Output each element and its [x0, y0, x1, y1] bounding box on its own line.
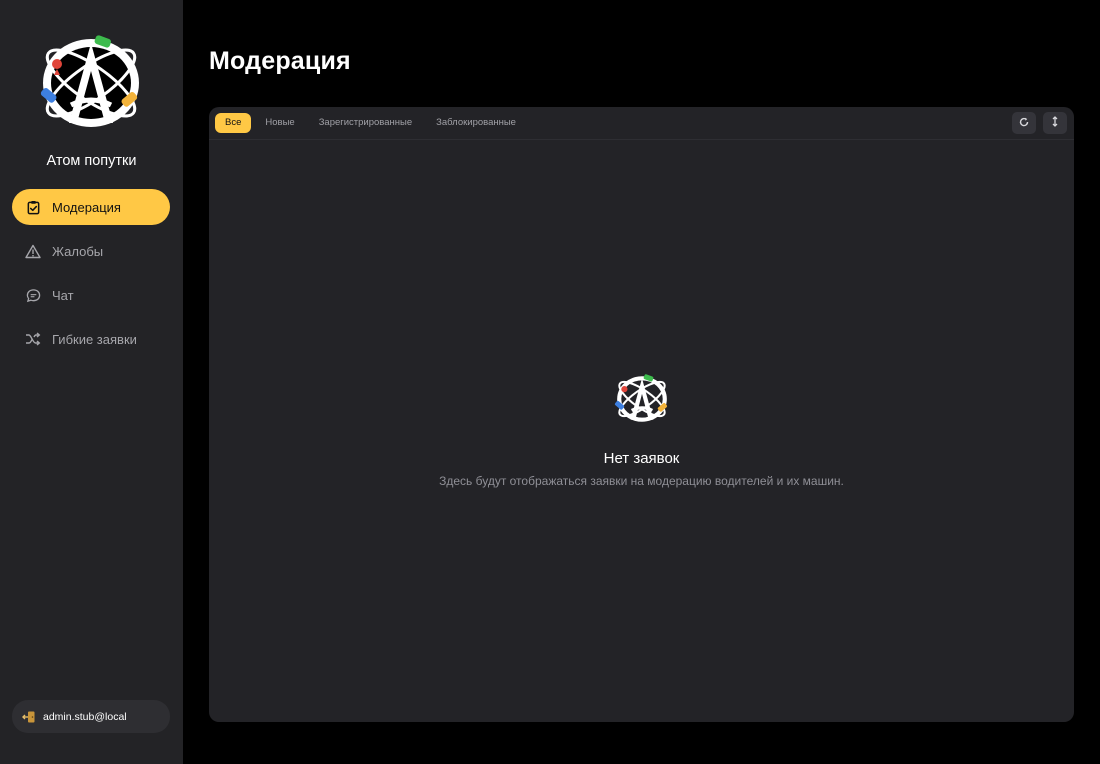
tab-blocked[interactable]: Заблокированные [426, 113, 526, 133]
sort-button[interactable] [1043, 112, 1067, 134]
chat-bubble-icon [25, 287, 41, 303]
sidebar-item-label: Модерация [52, 199, 121, 215]
empty-state-logo [613, 372, 671, 426]
tab-all[interactable]: Все [215, 113, 252, 133]
tab-new[interactable]: Новые [255, 113, 304, 133]
brand-name: Атом попутки [46, 153, 137, 169]
clipboard-check-icon [25, 199, 41, 215]
atom-logo [35, 31, 147, 135]
logout-icon [22, 710, 36, 724]
sidebar-item-label: Жалобы [52, 243, 104, 259]
sidebar-item-moderation[interactable]: Модерация [12, 189, 170, 225]
sidebar: Атом попутки Модерация Жалобы Чат Гибкие… [0, 0, 183, 764]
filter-tabs: Все Новые Зарегистрированные Заблокирова… [215, 113, 530, 133]
app-root: Атом попутки Модерация Жалобы Чат Гибкие… [0, 0, 1100, 764]
empty-state: Нет заявок Здесь будут отображаться заяв… [209, 372, 1074, 488]
sidebar-item-label: Чат [52, 287, 74, 303]
sidebar-nav: Модерация Жалобы Чат Гибкие заявки [12, 189, 170, 365]
empty-state-description: Здесь будут отображаться заявки на модер… [439, 474, 844, 488]
refresh-icon [1019, 114, 1029, 132]
empty-state-title: Нет заявок [603, 450, 680, 467]
page-title: Модерация [209, 47, 351, 75]
user-email: admin.stub@local [43, 710, 127, 723]
sidebar-item-complaints[interactable]: Жалобы [12, 233, 170, 269]
panel-toolbar: Все Новые Зарегистрированные Заблокирова… [209, 107, 1074, 140]
sort-icon [1051, 114, 1059, 132]
sidebar-item-label: Гибкие заявки [52, 331, 137, 347]
warning-triangle-icon [25, 243, 41, 259]
user-account-chip[interactable]: admin.stub@local [12, 700, 170, 733]
refresh-button[interactable] [1012, 112, 1036, 134]
sidebar-item-flexible-requests[interactable]: Гибкие заявки [12, 321, 170, 357]
moderation-panel: Все Новые Зарегистрированные Заблокирова… [209, 107, 1074, 722]
tab-registered[interactable]: Зарегистрированные [309, 113, 422, 133]
sidebar-item-chat[interactable]: Чат [12, 277, 170, 313]
shuffle-icon [25, 331, 41, 347]
